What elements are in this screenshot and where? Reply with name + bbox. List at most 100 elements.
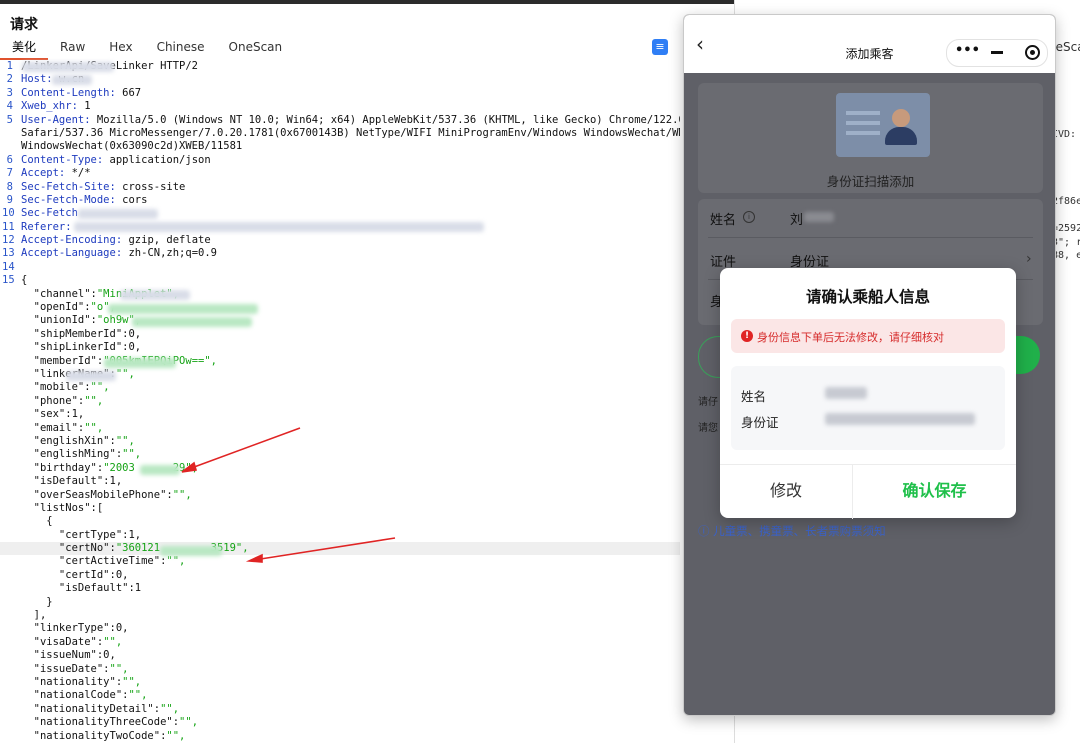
code-line: "openId":"o", xyxy=(0,301,680,314)
line-number: 12 xyxy=(2,234,15,247)
more-dots-icon[interactable]: ••• xyxy=(955,43,980,58)
code-text: gzip, deflate xyxy=(122,234,211,247)
json-string: "", xyxy=(166,729,186,742)
word-wrap-icon[interactable]: ≡ xyxy=(652,39,668,55)
code-text: "nationalityThreeCode": xyxy=(21,716,180,729)
name-value[interactable]: 刘 xyxy=(790,209,803,228)
id-card-lines xyxy=(846,111,880,115)
code-line: "phone":"", xyxy=(0,395,680,408)
warning-icon: ! xyxy=(741,330,753,342)
note-line: 请仔 xyxy=(698,397,718,408)
line-number: 11 xyxy=(2,220,15,233)
code-line: WindowsWechat(0x63090c2d)XWEB/11581 xyxy=(0,140,680,153)
header-key: Sec-Fetch xyxy=(21,207,78,220)
tab-hex[interactable]: Hex xyxy=(97,38,144,58)
code-text: { xyxy=(21,274,28,287)
code-line: 13 Accept-Language: zh-CN,zh;q=0.9 xyxy=(0,247,680,260)
dialog-title: 请确认乘船人信息 xyxy=(805,288,930,306)
minimize-icon[interactable] xyxy=(991,51,1003,54)
code-text: 667 xyxy=(115,86,142,99)
line-number: 13 xyxy=(2,247,15,260)
json-string: "", xyxy=(122,448,142,461)
code-text: "certType":1, xyxy=(21,528,142,541)
tab-pretty[interactable]: 美化 xyxy=(0,38,49,60)
line-number: 7 xyxy=(6,167,13,180)
redaction-blur xyxy=(804,212,834,222)
dialog-footer: 修改 确认保存 xyxy=(720,464,1016,519)
code-line: "channel":"MiniApplet", xyxy=(0,288,680,301)
code-text: "isDefault":1 xyxy=(21,582,142,595)
line-number: 10 xyxy=(2,207,15,220)
request-view-tabs: 美化 Raw Hex Chinese OneScan xyxy=(0,38,294,60)
line-number: 5 xyxy=(6,113,13,126)
id-scan-card[interactable]: 身份证扫描添加 xyxy=(698,83,1043,193)
code-line: { xyxy=(0,515,680,528)
code-text: "certId":0, xyxy=(21,568,129,581)
code-line: "issueNum":0, xyxy=(0,649,680,662)
header-key: Content-Length: xyxy=(21,86,116,99)
code-text: Safari/537.36 MicroMessenger/7.0.20.1781… xyxy=(21,126,680,139)
confirm-save-button[interactable]: 确认保存 xyxy=(853,465,1016,519)
code-text: "isDefault":1, xyxy=(21,475,123,488)
warning-banner: ! 身份信息下单后无法修改，请仔细核对 xyxy=(731,319,1005,353)
line-number: 9 xyxy=(6,193,13,206)
tab-chinese[interactable]: Chinese xyxy=(145,38,217,58)
tab-onescan[interactable]: OneScan xyxy=(217,38,295,58)
code-line: "listNos":[ xyxy=(0,502,680,515)
code-text: cross-site xyxy=(115,180,186,193)
redaction-blur xyxy=(78,209,158,219)
redaction-blur xyxy=(104,358,176,368)
line-number: 14 xyxy=(2,260,15,273)
json-string: "", xyxy=(172,488,192,501)
code-line: Safari/537.36 MicroMessenger/7.0.20.1781… xyxy=(0,127,680,140)
tab-raw[interactable]: Raw xyxy=(48,38,97,58)
json-string: "", xyxy=(115,367,135,380)
capsule-menu: ••• xyxy=(946,39,1048,67)
id-card-body xyxy=(885,127,917,145)
redaction-blur xyxy=(825,413,975,425)
close-target-icon[interactable] xyxy=(1025,45,1040,60)
code-text: "channel": xyxy=(21,287,97,300)
json-string: "", xyxy=(84,421,104,434)
line-number: 4 xyxy=(6,100,13,113)
code-text: zh-CN,zh;q=0.9 xyxy=(122,247,217,260)
code-text: { xyxy=(21,515,53,528)
code-text: "englishMing": xyxy=(21,448,123,461)
line-number: 3 xyxy=(6,86,13,99)
code-text: */* xyxy=(65,167,91,180)
code-line: "mobile":"", xyxy=(0,381,680,394)
code-text: "nationalityTwoCode": xyxy=(21,729,167,742)
code-line: "certActiveTime":"", xyxy=(0,555,680,568)
json-string: "", xyxy=(166,555,186,568)
code-line: 3 Content-Length: 667 xyxy=(0,87,680,100)
code-line: "englishMing":"", xyxy=(0,448,680,461)
info-icon[interactable]: i xyxy=(743,211,755,223)
confirm-passenger-dialog: 请确认乘船人信息 ! 身份信息下单后无法修改，请仔细核对 姓名 身份证 修改 确… xyxy=(720,268,1016,519)
redaction-blur xyxy=(825,387,867,399)
header-key: Referer: xyxy=(21,220,72,233)
code-text: "shipLinkerId":0, xyxy=(21,341,142,354)
json-string: "", xyxy=(160,702,180,715)
redaction-blur xyxy=(52,75,92,85)
header-key: Accept-Encoding: xyxy=(21,234,123,247)
code-line: "shipMemberId":0, xyxy=(0,328,680,341)
chevron-right-icon[interactable]: › xyxy=(1026,251,1032,267)
code-line: "linkerType":0, xyxy=(0,622,680,635)
line-number: 1 xyxy=(6,60,13,72)
request-pane-title: 请求 xyxy=(10,17,38,33)
code-line: ], xyxy=(0,609,680,622)
redaction-blur xyxy=(160,546,222,556)
redaction-blur xyxy=(66,371,116,381)
code-line: 6 Content-Type: application/json xyxy=(0,154,680,167)
edit-button[interactable]: 修改 xyxy=(720,465,853,519)
code-line: 15 { xyxy=(0,274,680,287)
code-line: "birthday":"2003 29", xyxy=(0,462,680,475)
code-line: 12 Accept-Encoding: gzip, deflate xyxy=(0,234,680,247)
json-string: "", xyxy=(179,716,199,729)
code-text: Mozilla/5.0 (Windows NT 10.0; Win64; x64… xyxy=(90,113,680,126)
ticket-rules-link[interactable]: ⓘ 儿童票、携童票、长者票购票须知 xyxy=(698,523,886,539)
redaction-blur xyxy=(108,304,258,314)
id-scan-label: 身份证扫描添加 xyxy=(826,174,915,189)
code-line: "memberId":"005kmIEPQiPOw==", xyxy=(0,355,680,368)
request-body-editor[interactable]: 1/LinkerApi/SaveLinker HTTP/22Host: w.cn… xyxy=(0,60,680,743)
